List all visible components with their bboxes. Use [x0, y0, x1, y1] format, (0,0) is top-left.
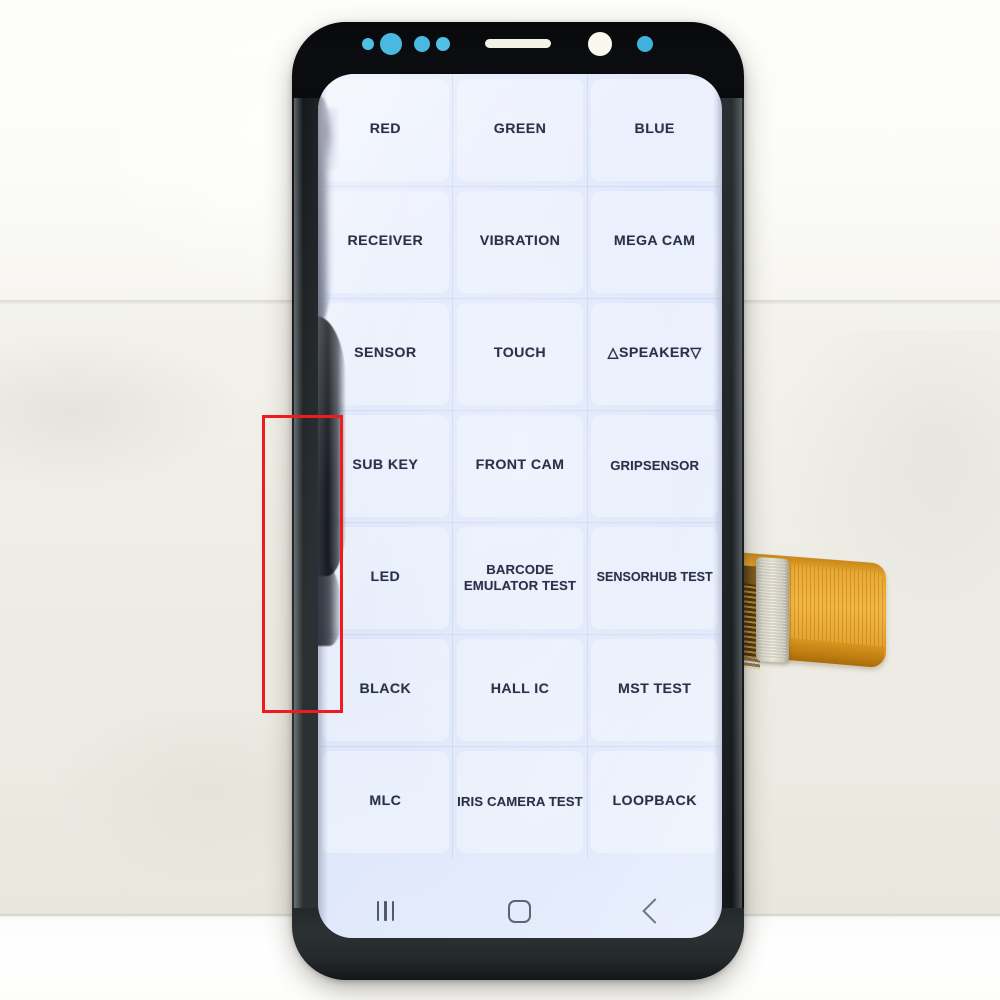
test-cell[interactable]: MEGA CAM	[587, 186, 722, 298]
grid-divider-vertical	[452, 74, 453, 858]
test-cell[interactable]: SENSOR	[318, 298, 453, 410]
grid-divider-horizontal	[318, 746, 722, 747]
test-cell[interactable]: RECEIVER	[318, 186, 453, 298]
test-cell-label: IRIS CAMERA TEST	[457, 793, 583, 809]
test-cell-label: BARCODE EMULATOR TEST	[463, 561, 577, 593]
defect-highlight-box	[262, 415, 343, 713]
grid-divider-vertical	[587, 74, 588, 858]
test-cell-label: LOOPBACK	[612, 793, 697, 810]
test-cell-label: SENSOR	[354, 345, 417, 362]
photo-stage: RED GREEN BLUE RECEIVER VIBRATION MEGA C…	[0, 0, 1000, 1000]
test-cell[interactable]: MST TEST	[587, 634, 722, 746]
phone-screen[interactable]: RED GREEN BLUE RECEIVER VIBRATION MEGA C…	[318, 74, 722, 938]
test-cell-label: BLACK	[359, 681, 412, 698]
test-cell[interactable]: BARCODE EMULATOR TEST	[453, 522, 588, 634]
grid-divider-horizontal	[318, 634, 722, 635]
test-cell[interactable]: SENSORHUB TEST	[587, 522, 722, 634]
display-flex-cable	[736, 552, 896, 680]
test-cell[interactable]: MLC	[318, 746, 453, 858]
screen-right-curve-shade	[713, 74, 722, 938]
test-cell-label: GRIPSENSOR	[610, 457, 700, 473]
back-icon	[641, 898, 668, 924]
test-cell-label: MLC	[369, 793, 402, 810]
test-cell-label: HALL IC	[490, 681, 550, 698]
android-navigation-bar[interactable]	[318, 858, 722, 938]
test-cell-label: VIBRATION	[479, 233, 561, 250]
test-cell-label: BLUE	[634, 121, 675, 138]
test-cell-label: SENSORHUB TEST	[596, 570, 713, 585]
grid-divider-horizontal	[318, 522, 722, 523]
grid-divider-horizontal	[318, 410, 722, 411]
back-button[interactable]	[625, 894, 685, 928]
test-cell[interactable]: GREEN	[453, 74, 588, 186]
test-cell[interactable]: RED	[318, 74, 453, 186]
recents-icon	[376, 901, 394, 921]
home-icon	[508, 899, 532, 923]
test-cell-label: LED	[370, 569, 401, 586]
test-cell[interactable]: GRIPSENSOR	[587, 410, 722, 522]
test-cell[interactable]: FRONT CAM	[453, 410, 588, 522]
test-cell[interactable]: IRIS CAMERA TEST	[453, 746, 588, 858]
test-cell-label: △SPEAKER▽	[607, 345, 702, 362]
test-cell-label: TOUCH	[493, 345, 547, 362]
test-cell[interactable]: BLUE	[587, 74, 722, 186]
factory-test-grid[interactable]: RED GREEN BLUE RECEIVER VIBRATION MEGA C…	[318, 74, 722, 858]
test-cell-label: MEGA CAM	[613, 233, 696, 250]
phone-right-highlight	[732, 62, 742, 942]
test-cell[interactable]: VIBRATION	[453, 186, 588, 298]
background-shadow-left	[0, 330, 240, 490]
home-button[interactable]	[490, 894, 550, 928]
test-cell-label: MST TEST	[617, 681, 692, 698]
test-cell-label: SUB KEY	[352, 457, 419, 474]
test-cell-label: FRONT CAM	[475, 457, 565, 474]
test-cell[interactable]: △SPEAKER▽	[587, 298, 722, 410]
test-cell-label: GREEN	[493, 121, 547, 138]
recents-button[interactable]	[355, 894, 415, 928]
grid-divider-horizontal	[318, 298, 722, 299]
grid-divider-horizontal	[318, 186, 722, 187]
flex-connector-strip	[756, 556, 789, 664]
test-cell[interactable]: HALL IC	[453, 634, 588, 746]
test-cell-label: RECEIVER	[347, 233, 424, 250]
test-cell[interactable]: LOOPBACK	[587, 746, 722, 858]
test-cell-label: RED	[369, 121, 401, 138]
test-cell[interactable]: TOUCH	[453, 298, 588, 410]
